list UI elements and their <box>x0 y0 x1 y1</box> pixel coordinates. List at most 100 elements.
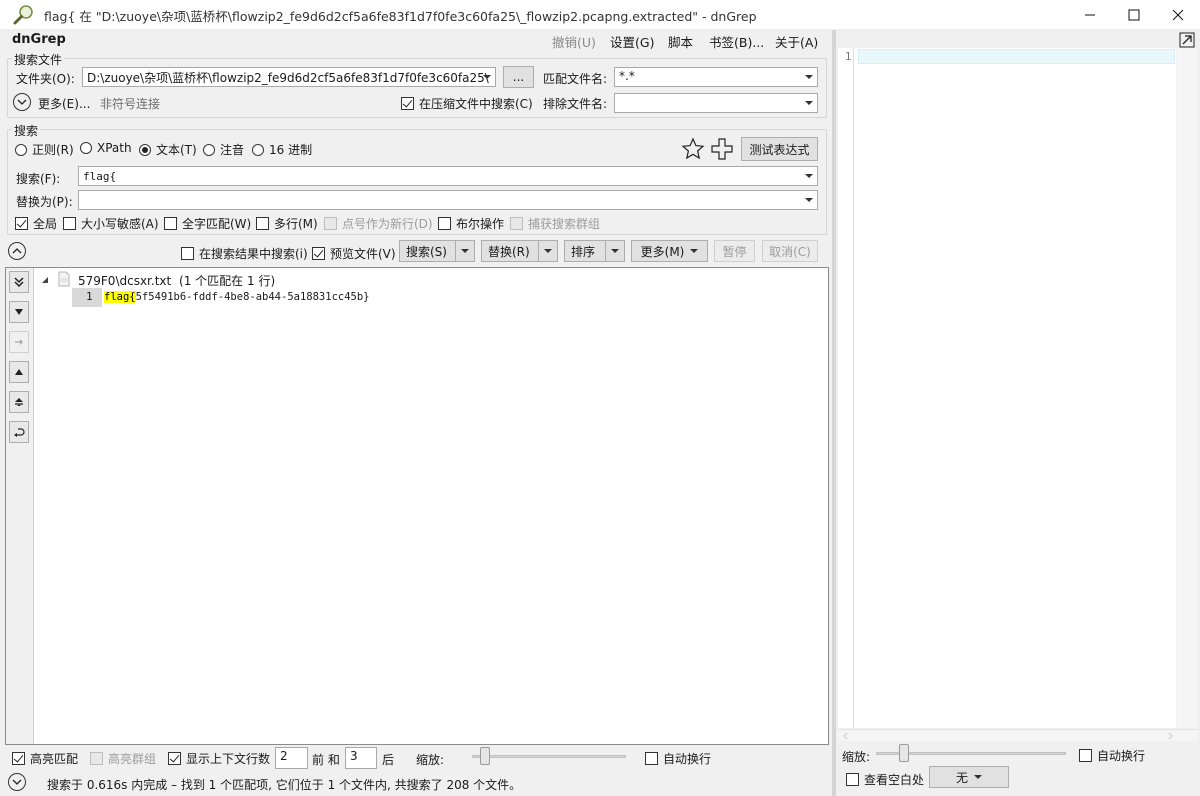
menu-about[interactable]: 关于(A) <box>775 32 818 51</box>
chevron-down-icon[interactable] <box>805 174 813 178</box>
search-archives-option[interactable]: 在压缩文件中搜索(C) <box>401 95 533 112</box>
word-wrap-button[interactable] <box>9 421 29 443</box>
xpath-radio[interactable] <box>80 142 92 154</box>
replace-input[interactable] <box>78 190 818 210</box>
folder-input[interactable]: D:\zuoye\杂项\蓝桥杯\flowzip2_fe9d6d2cf5a6fe8… <box>82 67 496 87</box>
preview-vertical-scrollbar[interactable] <box>1177 48 1198 728</box>
multiline-checkbox[interactable] <box>256 217 269 230</box>
whole-word-checkbox[interactable] <box>164 217 177 230</box>
show-context-option[interactable]: 显示上下文行数 <box>168 750 270 767</box>
option-boolean[interactable]: 布尔操作 <box>438 215 504 232</box>
preview-editor[interactable] <box>838 48 1176 728</box>
browse-button[interactable]: ... <box>503 66 534 88</box>
collapse-status-button[interactable] <box>8 773 26 791</box>
preview-file-option[interactable]: 预览文件(V) <box>312 245 396 262</box>
minimize-button[interactable] <box>1068 0 1112 30</box>
search-type-xpath[interactable]: XPath <box>80 141 132 155</box>
preview-word-wrap-checkbox[interactable] <box>1079 749 1092 762</box>
chevron-down-icon[interactable] <box>805 198 813 202</box>
window-title: flag{ 在 "D:\zuoye\杂项\蓝桥杯\flowzip2_fe9d6d… <box>44 9 757 24</box>
add-icon[interactable] <box>710 137 734 164</box>
caret-down-icon <box>461 249 469 253</box>
phonetic-label: 注音 <box>220 143 245 157</box>
previous-match-button[interactable] <box>9 361 29 383</box>
option-whole-word[interactable]: 全字匹配(W) <box>164 215 251 232</box>
preview-horizontal-scrollbar[interactable] <box>838 729 1198 741</box>
search-button-label[interactable]: 搜索(S) <box>400 241 456 261</box>
preview-word-wrap-option[interactable]: 自动换行 <box>1079 747 1145 764</box>
preview-zoom-thumb[interactable] <box>899 744 909 762</box>
more-options-link[interactable]: 更多(E)... <box>38 95 90 112</box>
context-before-input[interactable]: 2 <box>275 747 308 769</box>
global-checkbox[interactable] <box>15 217 28 230</box>
search-dropdown[interactable] <box>456 241 474 261</box>
option-case-sensitive[interactable]: 大小写敏感(A) <box>63 215 159 232</box>
collapse-all-button[interactable] <box>9 391 29 413</box>
search-type-phonetic[interactable]: 注音 <box>203 141 244 158</box>
search-type-regex[interactable]: 正则(R) <box>15 141 74 158</box>
more-button[interactable]: 更多(M) <box>631 240 708 262</box>
results-zoom-track[interactable] <box>472 755 626 758</box>
sort-button[interactable]: 排序 <box>564 240 625 262</box>
search-for-label: 搜索(F): <box>16 172 61 186</box>
sort-dropdown[interactable] <box>606 241 624 261</box>
title-bar: flag{ 在 "D:\zuoye\杂项\蓝桥杯\flowzip2_fe9d6d… <box>0 0 1200 30</box>
results-word-wrap-option[interactable]: 自动换行 <box>645 750 711 767</box>
case-sensitive-checkbox[interactable] <box>63 217 76 230</box>
search-in-results-checkbox[interactable] <box>181 247 194 260</box>
result-file-row[interactable]: 579F0\dcsxr.txt (1 个匹配在 1 行) <box>78 272 275 289</box>
highlight-matches-option[interactable]: 高亮匹配 <box>12 750 78 767</box>
caret-down-icon <box>690 249 699 253</box>
expand-more-button[interactable] <box>13 93 31 111</box>
star-icon[interactable] <box>681 137 705 164</box>
boolean-checkbox[interactable] <box>438 217 451 230</box>
show-whitespace-option[interactable]: 查看空白处 <box>846 771 924 788</box>
search-input[interactable]: flag{ <box>78 166 818 186</box>
menu-undo[interactable]: 撤销(U) <box>552 32 596 51</box>
close-button[interactable] <box>1156 0 1200 30</box>
text-radio[interactable] <box>139 143 151 156</box>
match-files-input[interactable]: *.* <box>614 67 818 87</box>
menu-bookmarks[interactable]: 书签(B)... <box>709 32 764 51</box>
chevron-down-icon[interactable] <box>805 101 813 105</box>
results-word-wrap-checkbox[interactable] <box>645 752 658 765</box>
maximize-button[interactable] <box>1112 0 1156 30</box>
xpath-label: XPath <box>97 141 132 155</box>
context-after-input[interactable]: 3 <box>345 747 377 769</box>
double-chevron-down-icon <box>14 277 24 287</box>
search-type-hex[interactable]: 16 进制 <box>252 141 312 158</box>
option-multiline[interactable]: 多行(M) <box>256 215 318 232</box>
replace-button-label[interactable]: 替换(R) <box>482 241 539 261</box>
exclude-input[interactable] <box>614 93 818 113</box>
results-zoom-thumb[interactable] <box>480 747 490 765</box>
test-expression-button[interactable]: 测试表达式 <box>741 137 818 161</box>
highlight-groups-checkbox <box>90 752 103 765</box>
option-global[interactable]: 全局 <box>15 215 57 232</box>
hex-radio[interactable] <box>252 143 264 156</box>
menu-script[interactable]: 脚本 <box>668 32 693 51</box>
syntax-value: 无 <box>955 770 968 785</box>
replace-dropdown[interactable] <box>539 241 557 261</box>
tree-collapse-icon[interactable] <box>41 273 49 287</box>
highlight-matches-checkbox[interactable] <box>12 752 25 765</box>
show-whitespace-checkbox[interactable] <box>846 773 859 786</box>
preview-file-checkbox[interactable] <box>312 247 325 260</box>
phonetic-radio[interactable] <box>203 143 215 156</box>
chevron-down-icon[interactable] <box>805 75 813 79</box>
sort-button-label[interactable]: 排序 <box>565 241 606 261</box>
collapse-options-button[interactable] <box>8 242 26 260</box>
menu-settings[interactable]: 设置(G) <box>610 32 654 51</box>
show-context-checkbox[interactable] <box>168 752 181 765</box>
result-line[interactable]: flag{5f5491b6-fddf-4be8-ab44-5a18831cc45… <box>104 291 370 303</box>
search-type-text[interactable]: 文本(T) <box>139 141 197 158</box>
regex-radio[interactable] <box>15 143 27 156</box>
search-in-results-option[interactable]: 在搜索结果中搜索(i) <box>181 245 308 262</box>
syntax-dropdown[interactable]: 无 <box>929 766 1009 788</box>
search-button[interactable]: 搜索(S) <box>399 240 475 262</box>
chevron-down-icon[interactable] <box>483 75 491 79</box>
expand-all-button[interactable] <box>9 271 29 293</box>
search-archives-checkbox[interactable] <box>401 97 414 110</box>
pane-splitter[interactable] <box>832 30 836 796</box>
next-match-button[interactable] <box>9 301 29 323</box>
replace-button[interactable]: 替换(R) <box>481 240 558 262</box>
